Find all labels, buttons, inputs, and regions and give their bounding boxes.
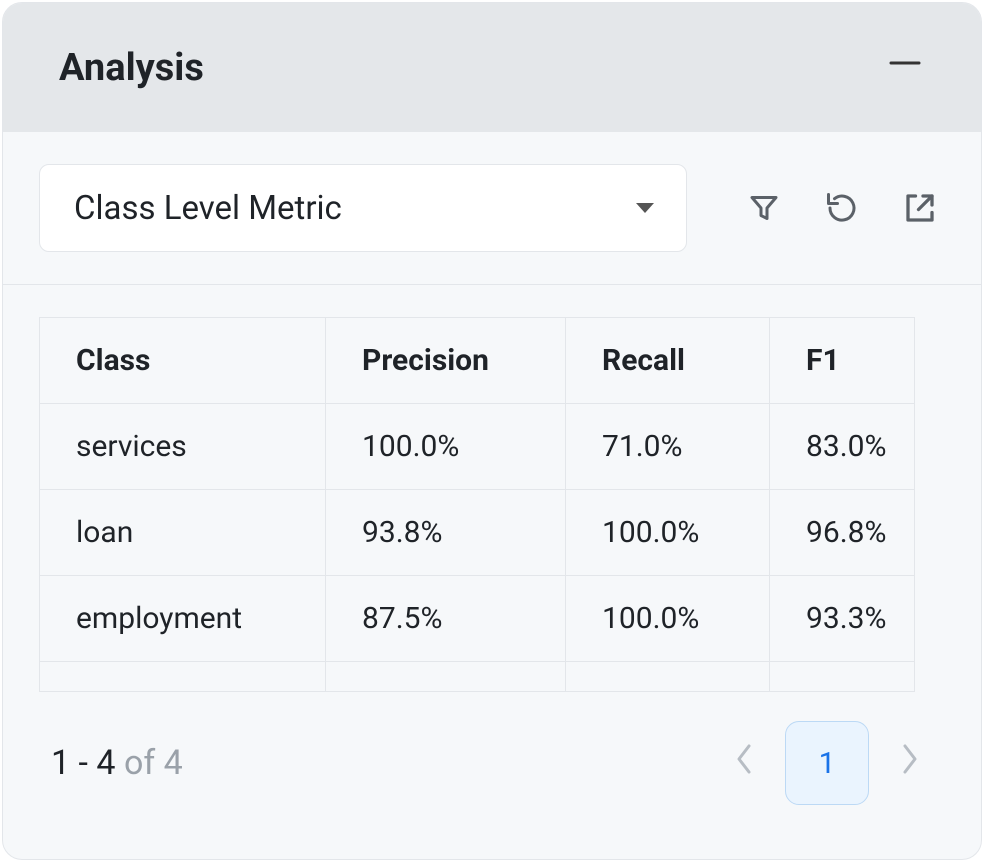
pagination-bar: 1 - 4 of 4 1 — [3, 695, 981, 805]
table-container: Class Precision Recall F1 services 100.0… — [39, 317, 939, 695]
of-word: of — [124, 743, 155, 783]
panel-header: Analysis — [3, 3, 981, 132]
filter-button[interactable] — [745, 184, 783, 232]
cell-recall: 71.0% — [566, 404, 770, 490]
refresh-button[interactable] — [823, 184, 861, 232]
table-header-row: Class Precision Recall F1 — [40, 318, 915, 404]
metric-dropdown[interactable]: Class Level Metric — [39, 164, 687, 252]
export-button[interactable] — [901, 184, 939, 232]
dropdown-label: Class Level Metric — [74, 189, 342, 228]
cell-recall: 100.0% — [566, 576, 770, 662]
range-total: 4 — [164, 743, 183, 783]
header-f1[interactable]: F1 — [770, 318, 915, 404]
header-recall[interactable]: Recall — [566, 318, 770, 404]
export-icon — [902, 190, 938, 226]
cell-precision: 93.8% — [326, 490, 566, 576]
analysis-panel: Analysis Class Level Metric — [2, 2, 982, 860]
panel-title: Analysis — [59, 46, 204, 90]
cell-f1: 96.8% — [770, 490, 915, 576]
pagination-range: 1 - 4 of 4 — [51, 743, 183, 783]
header-class[interactable]: Class — [40, 318, 326, 404]
filter-icon — [746, 190, 782, 226]
table-row[interactable]: employment 87.5% 100.0% 93.3% — [40, 576, 915, 662]
cell-precision: 87.5% — [326, 576, 566, 662]
table-row[interactable] — [40, 662, 915, 692]
metrics-table: Class Precision Recall F1 services 100.0… — [39, 317, 915, 692]
chevron-left-icon — [733, 742, 755, 776]
cell-precision: 100.0% — [326, 404, 566, 490]
collapse-button[interactable] — [877, 43, 933, 92]
cell-recall: 100.0% — [566, 490, 770, 576]
pager: 1 — [725, 721, 929, 805]
table-row[interactable]: services 100.0% 71.0% 83.0% — [40, 404, 915, 490]
cell-class: services — [40, 404, 326, 490]
cell-f1: 93.3% — [770, 576, 915, 662]
table-scroll[interactable]: Class Precision Recall F1 services 100.0… — [39, 317, 939, 695]
range-start: 1 — [51, 743, 70, 783]
range-end: 4 — [96, 743, 115, 783]
chevron-right-icon — [899, 742, 921, 776]
page-number-current[interactable]: 1 — [785, 721, 869, 805]
header-precision[interactable]: Precision — [326, 318, 566, 404]
refresh-icon — [824, 190, 860, 226]
table-row[interactable]: loan 93.8% 100.0% 96.8% — [40, 490, 915, 576]
cell-class: loan — [40, 490, 326, 576]
cell-f1: 83.0% — [770, 404, 915, 490]
caret-down-icon — [636, 203, 654, 213]
toolbar: Class Level Metric — [3, 132, 981, 285]
next-page-button[interactable] — [891, 738, 929, 789]
prev-page-button[interactable] — [725, 738, 763, 789]
cell-class: employment — [40, 576, 326, 662]
